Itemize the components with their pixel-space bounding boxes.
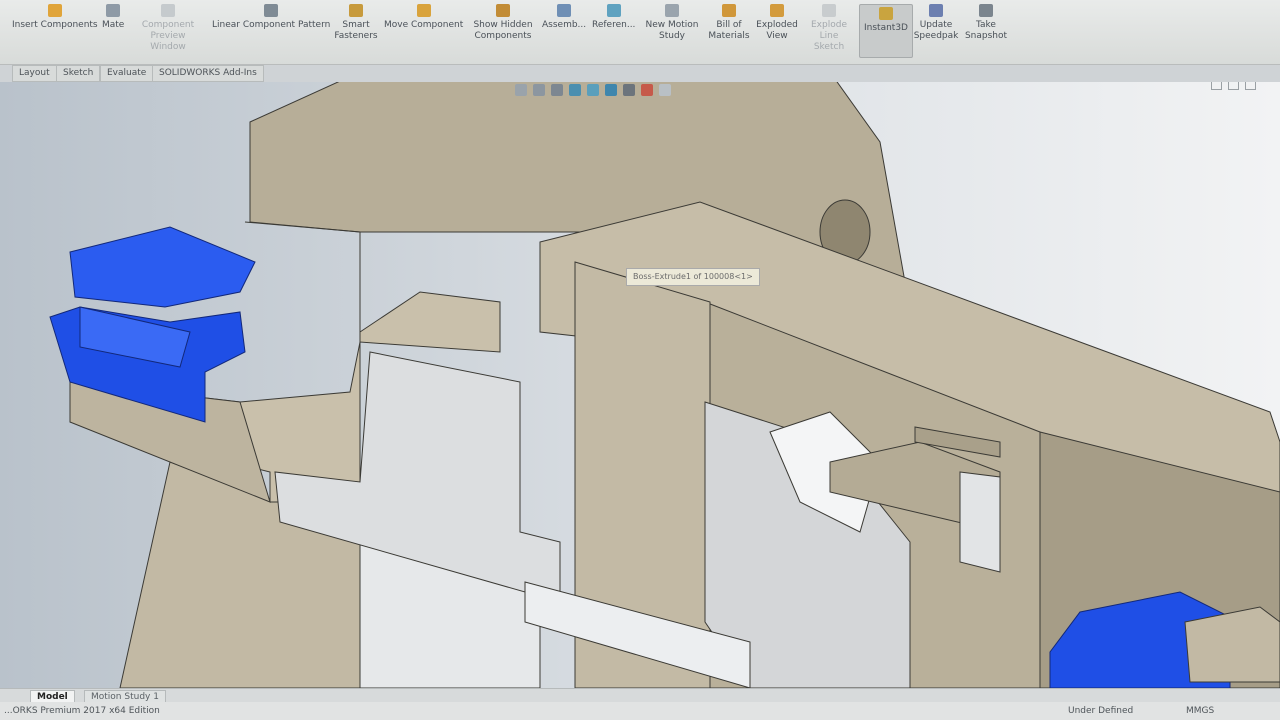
explode-line-sketch-button[interactable]: Explode Line Sketch [804,4,854,53]
sketch-state: Under Defined [1068,706,1134,716]
component-preview-icon [161,4,175,17]
move-component-button[interactable]: Move Component [384,4,463,31]
component-preview-button[interactable]: Component Preview Window [132,4,204,53]
assembly-features-icon [557,4,572,17]
motion-study-icon [665,4,679,17]
show-hidden-button[interactable]: Show Hidden Components [472,4,534,42]
reference-geometry-button[interactable]: Referen... [592,4,635,31]
mate-icon [106,4,121,17]
edition-text: ...ORKS Premium 2017 x64 Edition [4,706,160,716]
display-style-icon[interactable] [605,84,617,96]
instant3d-icon [878,7,893,20]
viewport-window-controls [1211,82,1256,90]
smart-fasteners-button[interactable]: Smart Fasteners [334,4,378,42]
tab-solidworks-add-ins[interactable]: SOLIDWORKS Add-Ins [152,65,264,82]
insert-components-icon [47,4,62,17]
tab-evaluate[interactable]: Evaluate [100,65,154,82]
section-view-model [0,82,1280,688]
section-view-icon[interactable] [569,84,581,96]
bom-icon [722,4,736,17]
insert-components-button[interactable]: Insert Components [12,4,98,31]
restore-icon[interactable] [1211,82,1222,90]
graphics-area[interactable]: Boss-Extrude1 of 100008<1> [0,82,1280,688]
mate-button[interactable]: Mate [102,4,124,31]
update-speedpak-button[interactable]: Update Speedpak [914,4,958,42]
tab-layout[interactable]: Layout [12,65,57,82]
view-settings-icon[interactable] [659,84,671,96]
command-manager-ribbon: Insert Components Mate Component Preview… [0,0,1280,65]
command-tab-bar: Layout Sketch Evaluate SOLIDWORKS Add-In… [0,64,1280,82]
bill-of-materials-button[interactable]: Bill of Materials [708,4,750,42]
edit-appearance-icon[interactable] [641,84,653,96]
show-hidden-icon [496,4,510,17]
hide-show-items-icon[interactable] [623,84,635,96]
move-component-icon [416,4,431,17]
exploded-view-button[interactable]: Exploded View [756,4,798,42]
explode-line-icon [822,4,836,17]
snapshot-icon [979,4,993,17]
zoom-to-fit-icon[interactable] [515,84,527,96]
feature-tooltip: Boss-Extrude1 of 100008<1> [626,268,760,286]
new-motion-study-button[interactable]: New Motion Study [644,4,700,42]
exploded-view-icon [770,4,784,17]
view-orientation-icon[interactable] [587,84,599,96]
instant3d-button[interactable]: Instant3D [859,4,913,58]
status-bar: ...ORKS Premium 2017 x64 Edition Under D… [0,702,1280,720]
tab-sketch[interactable]: Sketch [56,65,101,82]
model-tab-bar: Model Motion Study 1 [0,688,1280,704]
linear-pattern-icon [264,4,279,17]
close-icon[interactable] [1245,82,1256,90]
linear-pattern-button[interactable]: Linear Component Pattern [212,4,330,31]
zoom-area-icon[interactable] [533,84,545,96]
speedpak-icon [929,4,943,17]
take-snapshot-button[interactable]: Take Snapshot [964,4,1008,42]
maximize-icon[interactable] [1228,82,1239,90]
unit-system[interactable]: MMGS [1186,702,1214,720]
smart-fasteners-icon [349,4,363,17]
reference-geometry-icon [606,4,621,17]
assembly-features-button[interactable]: Assemb... [542,4,586,31]
previous-view-icon[interactable] [551,84,563,96]
heads-up-view-toolbar [515,82,671,98]
